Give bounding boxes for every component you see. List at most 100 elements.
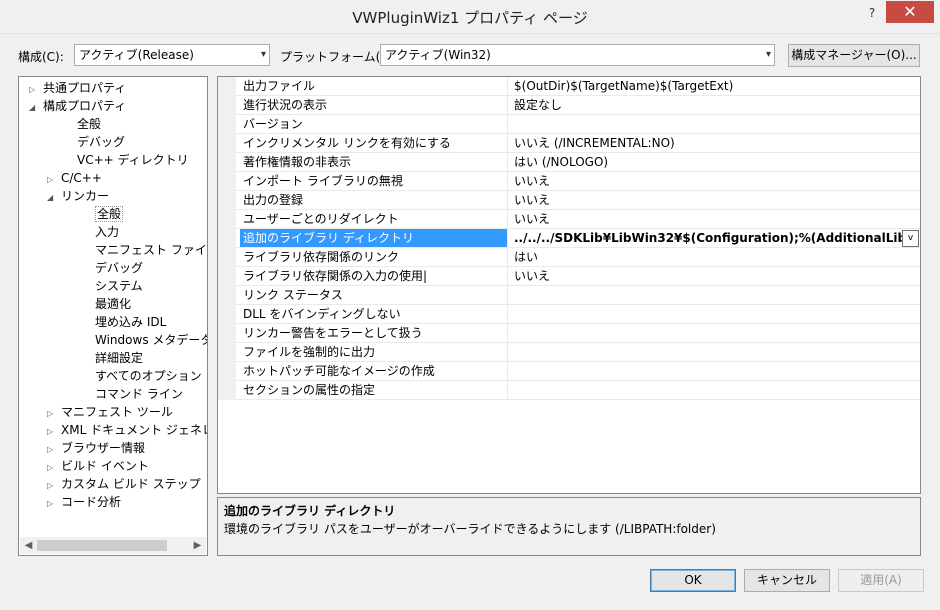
property-row[interactable]: 出力の登録 いいえ	[218, 191, 920, 210]
tree-item[interactable]: 詳細設定	[81, 349, 143, 367]
tree-item[interactable]: Windows メタデータ	[81, 331, 207, 349]
config-manager-button[interactable]: 構成マネージャー(O)...	[788, 44, 920, 67]
row-gutter	[218, 229, 236, 248]
property-value[interactable]	[514, 324, 920, 342]
property-name: 出力ファイル	[240, 77, 508, 95]
tree-item[interactable]: 全般	[63, 115, 101, 133]
close-button[interactable]: ✕	[886, 1, 934, 23]
property-value[interactable]	[514, 343, 920, 361]
row-gutter	[218, 210, 236, 229]
tree-item-label: C/C++	[61, 171, 102, 185]
apply-button[interactable]: 適用(A)	[838, 569, 924, 592]
ok-button[interactable]: OK	[650, 569, 736, 592]
property-value[interactable]	[514, 286, 920, 304]
property-value[interactable]	[514, 305, 920, 323]
tree-item[interactable]: デバッグ	[63, 133, 125, 151]
tree-item[interactable]: コマンド ライン	[81, 385, 183, 403]
property-row[interactable]: インクリメンタル リンクを有効にする いいえ (/INCREMENTAL:NO)	[218, 134, 920, 153]
property-value[interactable]: いいえ	[514, 267, 920, 285]
property-row[interactable]: セクションの属性の指定	[218, 381, 920, 400]
scroll-right-icon[interactable]: ▶	[189, 537, 206, 554]
tree-item-label: ビルド イベント	[61, 459, 149, 473]
property-row[interactable]: ライブラリ依存関係のリンク はい	[218, 248, 920, 267]
property-name: ライブラリ依存関係のリンク	[240, 248, 508, 266]
tree-item[interactable]: ◢ リンカー	[47, 187, 109, 205]
property-row[interactable]: ファイルを強制的に出力	[218, 343, 920, 362]
tree-item-label: 入力	[95, 225, 120, 239]
property-row[interactable]: 著作権情報の非表示 はい (/NOLOGO)	[218, 153, 920, 172]
row-gutter	[218, 324, 236, 343]
tree-item[interactable]: ▷ ビルド イベント	[47, 457, 149, 475]
tree-item[interactable]: ▷ カスタム ビルド ステップ	[47, 475, 201, 493]
platform-label: プラットフォーム(P):	[280, 50, 397, 64]
tree-item[interactable]: ▷ C/C++	[47, 169, 102, 187]
property-value[interactable]: ../../../SDKLib¥LibWin32¥$(Configuration…	[514, 229, 904, 247]
tree-item[interactable]: ▷ 共通プロパティ	[29, 79, 126, 97]
property-row[interactable]: ユーザーごとのリダイレクト いいえ	[218, 210, 920, 229]
property-name: インクリメンタル リンクを有効にする	[240, 134, 508, 152]
property-name: ホットパッチ可能なイメージの作成	[240, 362, 508, 380]
tree-item[interactable]: すべてのオプション	[81, 367, 202, 385]
property-value[interactable]	[514, 381, 920, 399]
config-select[interactable]: アクティブ(Release) ▾	[74, 44, 270, 66]
property-row[interactable]: リンカー警告をエラーとして扱う	[218, 324, 920, 343]
property-value[interactable]: はい	[514, 248, 920, 266]
tree-item[interactable]: デバッグ	[81, 259, 143, 277]
property-value[interactable]: いいえ	[514, 210, 920, 228]
property-value[interactable]: はい (/NOLOGO)	[514, 153, 920, 171]
property-tree[interactable]: ▷ 共通プロパティ ◢ 構成プロパティ 全般 デバッグ VC++ ディレクトリ ▷ C/C++ ◢…	[18, 76, 208, 556]
chevron-down-icon: ▾	[260, 49, 266, 60]
property-row[interactable]: バージョン	[218, 115, 920, 134]
expander-icon[interactable]: ▷	[47, 495, 61, 513]
tree-item[interactable]: VC++ ディレクトリ	[63, 151, 189, 169]
property-grid[interactable]: 出力ファイル $(OutDir)$(TargetName)$(TargetExt)…	[217, 76, 921, 494]
property-value[interactable]: いいえ	[514, 172, 920, 190]
tree-item[interactable]: ▷XML ドキュメント ジェネレータ	[47, 421, 207, 439]
tree-item[interactable]: 全般	[81, 205, 124, 223]
property-row[interactable]: ホットパッチ可能なイメージの作成	[218, 362, 920, 381]
property-name: ユーザーごとのリダイレクト	[240, 210, 508, 228]
tree-hscrollbar[interactable]: ◀ ▶	[20, 537, 206, 554]
property-name: バージョン	[240, 115, 508, 133]
tree-item[interactable]: ▷ コード分析	[47, 493, 121, 511]
property-value[interactable]: 設定なし	[514, 96, 920, 114]
chevron-down-icon[interactable]: v	[902, 230, 919, 247]
tree-item[interactable]: 最適化	[81, 295, 131, 313]
scroll-thumb[interactable]	[37, 540, 167, 551]
property-value[interactable]	[514, 362, 920, 380]
property-row[interactable]: 出力ファイル $(OutDir)$(TargetName)$(TargetExt)	[218, 77, 920, 96]
platform-select-value: アクティブ(Win32)	[385, 48, 491, 62]
scroll-left-icon[interactable]: ◀	[20, 537, 37, 554]
tree-item[interactable]: 埋め込み IDL	[81, 313, 166, 331]
tree-item[interactable]: システム	[81, 277, 143, 295]
tree-item[interactable]: ◢ 構成プロパティ	[29, 97, 126, 115]
property-row[interactable]: リンク ステータス	[218, 286, 920, 305]
cancel-button[interactable]: キャンセル	[744, 569, 830, 592]
description-panel: 追加のライブラリ ディレクトリ 環境のライブラリ パスをユーザーがオーバーライド…	[217, 497, 921, 556]
tree-item[interactable]: 入力	[81, 223, 119, 241]
tree-item[interactable]: マニフェスト ファイル	[81, 241, 207, 259]
chevron-down-icon: ▾	[765, 49, 771, 60]
property-name: 追加のライブラリ ディレクトリ	[240, 229, 508, 247]
property-row[interactable]: DLL をバインディングしない	[218, 305, 920, 324]
window-title: VWPluginWiz1 プロパティ ページ	[352, 9, 588, 27]
property-row[interactable]: インポート ライブラリの無視 いいえ	[218, 172, 920, 191]
row-gutter	[218, 286, 236, 305]
property-value[interactable]: いいえ (/INCREMENTAL:NO)	[514, 134, 920, 152]
expander-icon[interactable]: ◢	[29, 99, 43, 117]
row-gutter	[218, 77, 236, 96]
platform-select[interactable]: アクティブ(Win32) ▾	[380, 44, 775, 66]
property-value[interactable]	[514, 115, 920, 133]
property-row[interactable]: 進行状況の表示 設定なし	[218, 96, 920, 115]
tree-item[interactable]: ▷ ブラウザー情報	[47, 439, 145, 457]
expander-icon[interactable]: ◢	[47, 189, 61, 207]
property-row[interactable]: 追加のライブラリ ディレクトリ ../../../SDKLib¥LibWin32¥…	[218, 229, 920, 248]
property-value[interactable]: $(OutDir)$(TargetName)$(TargetExt)	[514, 77, 920, 95]
config-select-value: アクティブ(Release)	[79, 48, 194, 62]
row-gutter	[218, 172, 236, 191]
help-button[interactable]: ?	[862, 3, 882, 23]
row-gutter	[218, 305, 236, 324]
tree-item[interactable]: ▷ マニフェスト ツール	[47, 403, 173, 421]
property-value[interactable]: いいえ	[514, 191, 920, 209]
property-row[interactable]: ライブラリ依存関係の入力の使用| いいえ	[218, 267, 920, 286]
